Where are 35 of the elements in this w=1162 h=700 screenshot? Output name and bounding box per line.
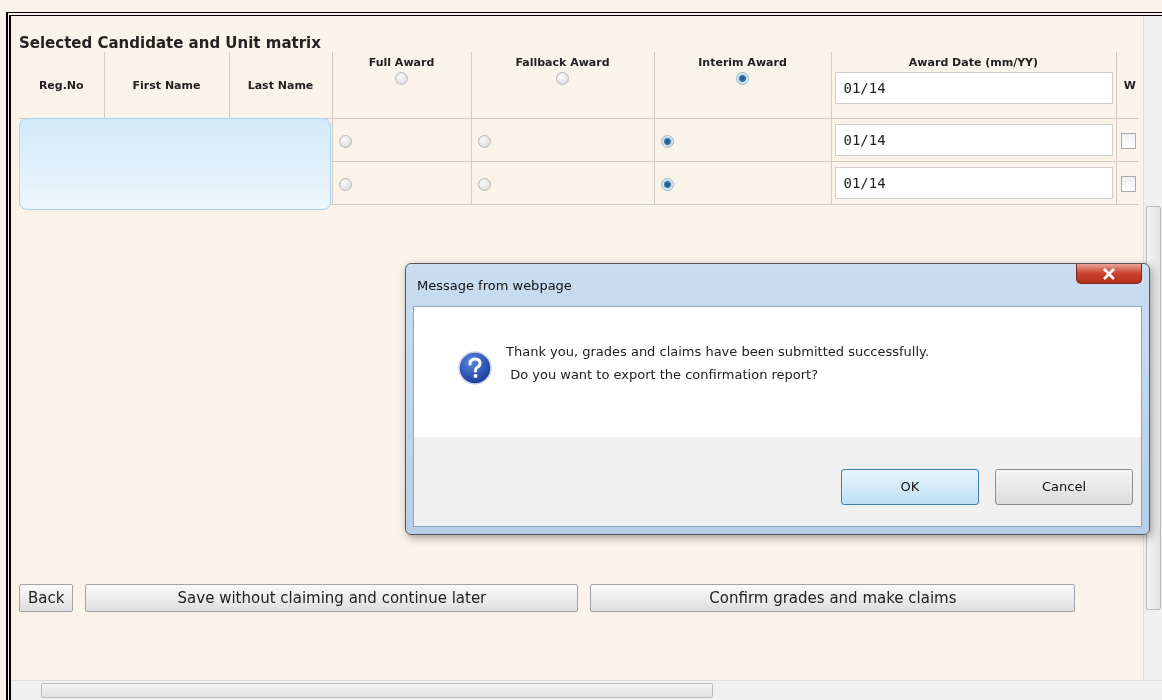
section-title: Selected Candidate and Unit matrix: [19, 34, 322, 52]
checkbox[interactable]: [1120, 176, 1136, 192]
date-field[interactable]: 01/14: [834, 167, 1113, 199]
radio-button[interactable]: [660, 177, 674, 191]
radio-button[interactable]: [338, 134, 352, 148]
dialog-message: Do you want to export the confirmation report?: [509, 366, 820, 384]
action-button[interactable]: Back: [19, 584, 74, 612]
radio-button[interactable]: [660, 134, 674, 148]
radio-button[interactable]: [736, 72, 749, 85]
radio-button[interactable]: [477, 177, 491, 191]
dialog-button[interactable]: OK: [841, 468, 979, 505]
action-button[interactable]: Confirm grades and make claims: [590, 584, 1076, 612]
dialog-button[interactable]: Cancel: [995, 468, 1133, 505]
dialog-message: Thank you, grades and claims have been submitted successfully.: [506, 343, 930, 361]
dialog-title: Message from webpage: [417, 277, 572, 293]
close-button[interactable]: [1076, 264, 1142, 284]
radio-button[interactable]: [556, 72, 569, 85]
column-header: Interim Award: [698, 56, 787, 69]
column-header: Fallback Award: [515, 56, 610, 69]
column-header: Reg.No: [38, 78, 84, 92]
radio-button[interactable]: [477, 134, 491, 148]
horizontal-scrollbar[interactable]: [11, 680, 1162, 700]
column-header: First Name: [132, 78, 201, 92]
radio-button[interactable]: [338, 177, 352, 191]
column-header: W: [1123, 78, 1136, 92]
date-field[interactable]: 01/14: [834, 72, 1113, 104]
column-header: Full Award: [368, 56, 435, 69]
checkbox[interactable]: [1120, 133, 1136, 149]
action-button[interactable]: Save without claiming and continue later: [85, 584, 579, 612]
date-field[interactable]: 01/14: [834, 124, 1113, 156]
column-header: Last Name: [247, 78, 314, 92]
column-header: Award Date (mm/YY): [908, 56, 1039, 69]
radio-button[interactable]: [395, 72, 408, 85]
close-icon: [1102, 267, 1116, 280]
question-icon: [458, 351, 492, 385]
